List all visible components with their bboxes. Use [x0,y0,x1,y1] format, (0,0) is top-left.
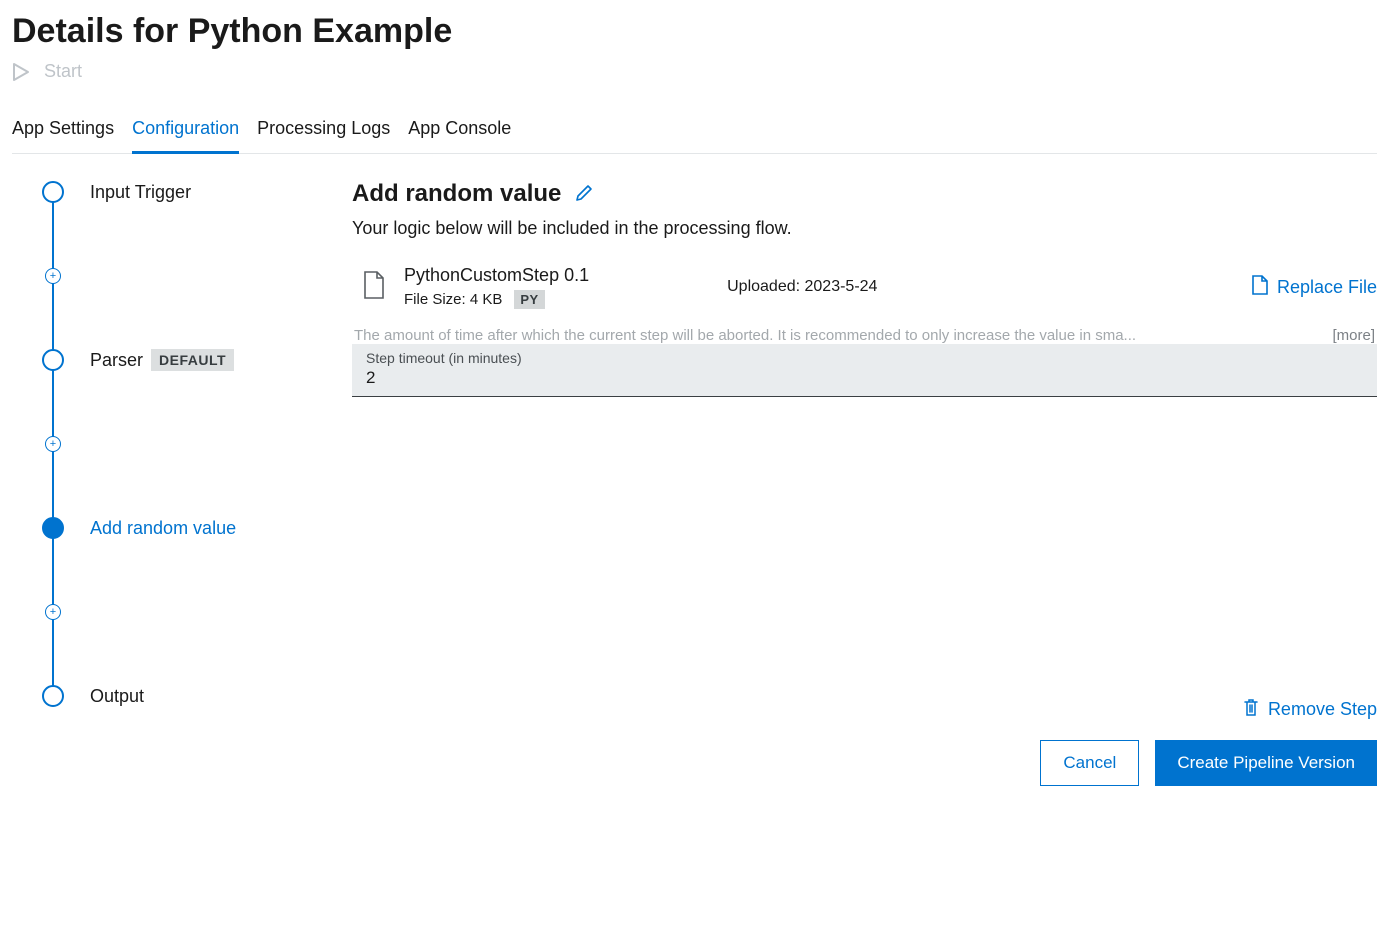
plus-icon: + [45,436,61,452]
node-circle-icon [42,349,64,371]
timeout-input-container[interactable]: Step timeout (in minutes) [352,344,1377,397]
node-label: Add random value [90,518,236,539]
start-label: Start [44,61,82,82]
replace-file-button[interactable]: Replace File [1251,274,1377,301]
timeout-input-label: Step timeout (in minutes) [366,350,1363,366]
node-circle-icon [42,517,64,539]
default-badge: DEFAULT [151,349,234,371]
trash-icon [1242,697,1260,722]
pipeline-add-button[interactable]: + [42,264,302,288]
file-size: File Size: 4 KB [404,291,502,308]
pipeline-sidebar: Input Trigger + Parser DEFAULT + Add ran… [12,180,302,708]
file-name: PythonCustomStep 0.1 [404,265,589,286]
connector-line [52,612,54,696]
file-info-row: PythonCustomStep 0.1 File Size: 4 KB PY … [352,261,1377,327]
replace-file-label: Replace File [1277,277,1377,298]
node-label: Output [90,686,144,707]
step-title: Add random value [352,180,561,208]
file-type-badge: PY [514,290,544,309]
node-label: Input Trigger [90,182,191,203]
step-detail-panel: Add random value Your logic below will b… [352,180,1377,786]
plus-icon: + [45,604,61,620]
file-icon [362,270,386,305]
remove-step-button[interactable]: Remove Step [1242,697,1377,722]
node-label: Parser [90,350,143,371]
tab-configuration[interactable]: Configuration [132,110,239,154]
connector-line [52,360,54,444]
play-icon [12,62,30,82]
timeout-input[interactable] [366,368,1363,388]
plus-icon: + [45,268,61,284]
timeout-help-text: The amount of time after which the curre… [354,327,1136,344]
more-link[interactable]: [more] [1332,327,1375,344]
node-circle-icon [42,181,64,203]
tab-bar: App Settings Configuration Processing Lo… [12,110,1377,154]
remove-step-label: Remove Step [1268,699,1377,720]
connector-line [52,276,54,360]
pipeline-node-parser[interactable]: Parser DEFAULT [42,348,302,372]
node-circle-icon [42,685,64,707]
tab-app-console[interactable]: App Console [408,110,511,153]
pipeline-node-input-trigger[interactable]: Input Trigger [42,180,302,204]
page-title: Details for Python Example [12,12,1377,51]
connector-line [52,192,54,276]
file-icon [1251,274,1269,301]
connector-line [52,528,54,612]
cancel-button[interactable]: Cancel [1040,740,1139,786]
create-pipeline-version-button[interactable]: Create Pipeline Version [1155,740,1377,786]
pipeline-node-output[interactable]: Output [42,684,302,708]
tab-processing-logs[interactable]: Processing Logs [257,110,390,153]
pipeline-add-button[interactable]: + [42,432,302,456]
tab-app-settings[interactable]: App Settings [12,110,114,153]
pipeline-node-add-random-value[interactable]: Add random value [42,516,302,540]
edit-icon[interactable] [575,182,595,207]
pipeline-add-button[interactable]: + [42,600,302,624]
start-button[interactable]: Start [12,61,1377,82]
step-description: Your logic below will be included in the… [352,218,1377,239]
uploaded-date: Uploaded: 2023-5-24 [607,278,1233,296]
connector-line [52,444,54,528]
